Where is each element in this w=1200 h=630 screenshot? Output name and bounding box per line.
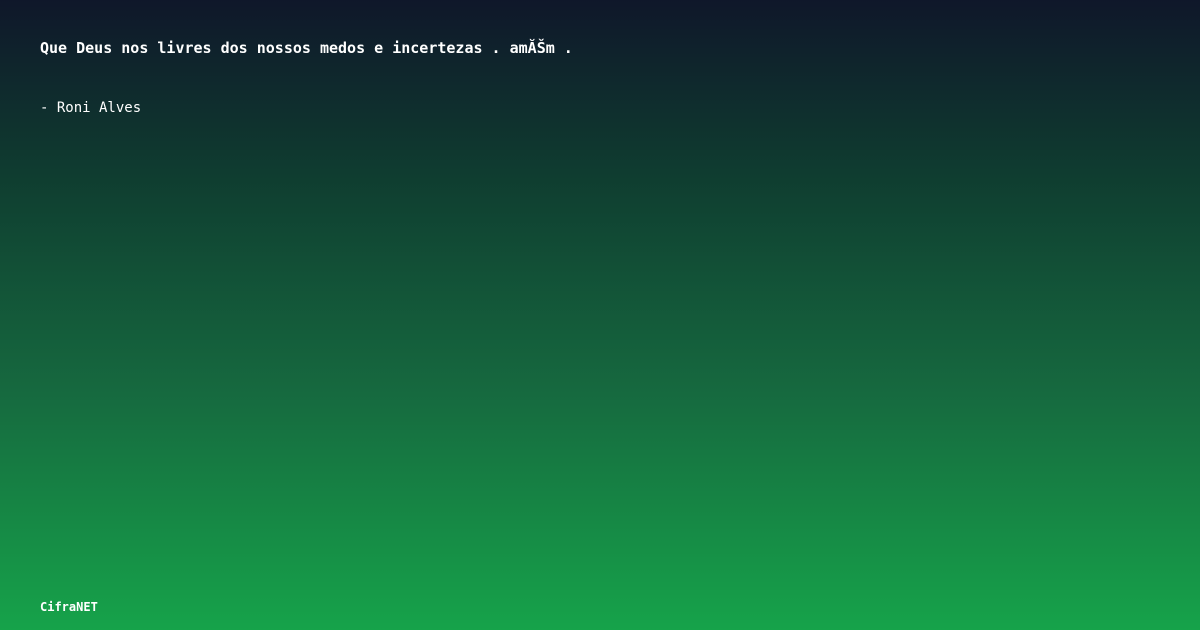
brand-logo-text: CifraNET bbox=[40, 600, 98, 614]
quote-author: - Roni Alves bbox=[40, 100, 142, 116]
quote-text: Que Deus nos livres dos nossos medos e i… bbox=[40, 39, 573, 57]
quote-card: Que Deus nos livres dos nossos medos e i… bbox=[0, 0, 1200, 630]
